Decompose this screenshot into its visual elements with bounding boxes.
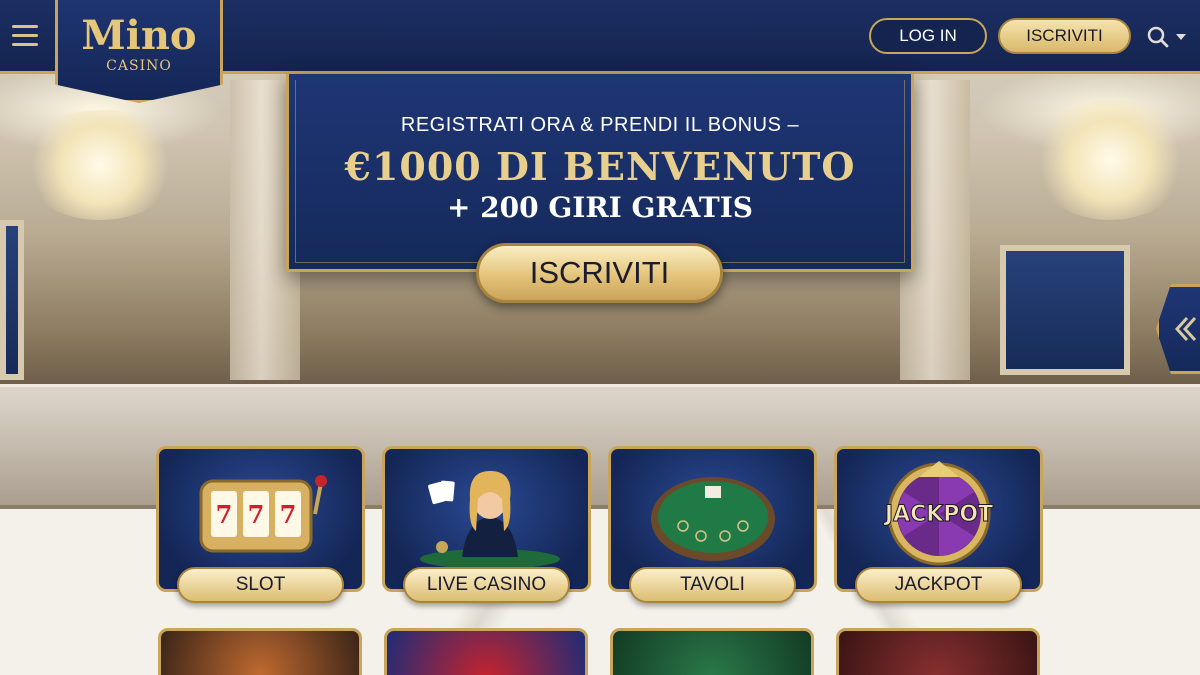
banner-headline: REGISTRATI ORA & PRENDI IL BONUS –: [400, 114, 800, 136]
category-label: SLOT: [177, 567, 344, 603]
double-chevron-left-icon: [1174, 316, 1197, 342]
category-tile-tavoli[interactable]: TAVOLI: [608, 446, 817, 603]
signup-button[interactable]: ISCRIVITI: [998, 18, 1131, 54]
category-label: LIVE CASINO: [403, 567, 570, 603]
menu-icon[interactable]: [12, 25, 38, 47]
door: [0, 220, 24, 380]
search-icon: [1147, 26, 1169, 48]
game-tile[interactable]: [384, 628, 588, 675]
banner-bonus-amount: €1000 DI BENVENUTO: [344, 144, 856, 189]
svg-text:JACKPOT: JACKPOT: [882, 502, 992, 527]
slot-machine-icon: 7 7 7: [159, 459, 362, 569]
search-button[interactable]: [1146, 24, 1191, 50]
category-tile-jackpot[interactable]: JACKPOT JACKPOT: [834, 446, 1043, 603]
logo-sub: CASINO: [106, 58, 172, 74]
game-tile[interactable]: [158, 628, 362, 675]
game-tile[interactable]: [610, 628, 814, 675]
logo[interactable]: Mino CASINO: [55, 0, 223, 103]
svg-text:7: 7: [247, 500, 264, 529]
live-dealer-icon: [385, 459, 588, 569]
category-tile-slot[interactable]: 7 7 7 SLOT: [156, 446, 365, 603]
chandelier-icon: [20, 110, 180, 220]
category-label: TAVOLI: [629, 567, 796, 603]
banner-signup-button[interactable]: ISCRIVITI: [476, 243, 723, 303]
category-tile-live-casino[interactable]: LIVE CASINO: [382, 446, 591, 603]
card-table-icon: [611, 459, 814, 569]
game-tile[interactable]: [836, 628, 1040, 675]
banner-free-spins: + 200 GIRI GRATIS: [446, 191, 754, 224]
svg-text:7: 7: [279, 500, 296, 529]
chevron-down-icon: [1176, 34, 1186, 40]
jackpot-wheel-icon: JACKPOT: [837, 459, 1040, 569]
logo-name: Mino: [81, 12, 197, 59]
svg-text:7: 7: [215, 500, 232, 529]
chandelier-icon: [1030, 100, 1190, 220]
category-label: JACKPOT: [855, 567, 1022, 603]
login-button[interactable]: LOG IN: [869, 18, 987, 54]
door: [1000, 245, 1130, 375]
